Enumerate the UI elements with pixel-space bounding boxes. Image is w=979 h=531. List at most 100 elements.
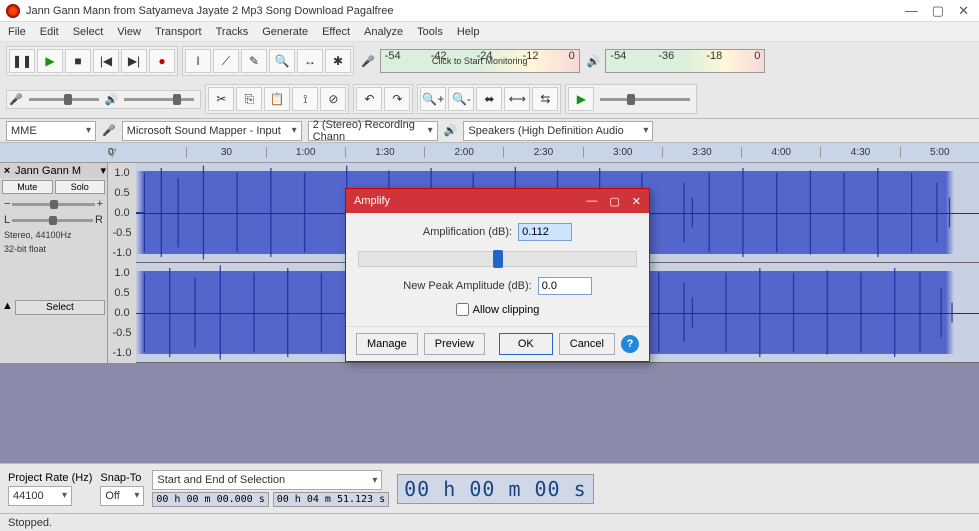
speaker-device-icon: 🔊	[444, 124, 458, 137]
paste-button[interactable]: 📋	[264, 87, 290, 111]
peak-amplitude-label: New Peak Amplitude (dB):	[403, 280, 531, 292]
dialog-minimize-icon[interactable]: —	[586, 195, 597, 208]
redo-button[interactable]: ↷	[384, 87, 410, 111]
selection-tool[interactable]: I	[185, 49, 211, 73]
help-icon[interactable]: ?	[621, 335, 639, 353]
mute-button[interactable]: Mute	[2, 180, 53, 194]
rec-vol-icon: 🎤	[9, 93, 23, 106]
menubar: File Edit Select View Transport Tracks G…	[0, 22, 979, 42]
draw-tool[interactable]: ✎	[241, 49, 267, 73]
trim-button[interactable]: ⟟	[292, 87, 318, 111]
project-rate-label: Project Rate (Hz)	[8, 472, 92, 484]
menu-edit[interactable]: Edit	[40, 26, 59, 38]
rec-vol-slider[interactable]	[29, 98, 99, 101]
cut-button[interactable]: ✂	[208, 87, 234, 111]
dialog-close-icon[interactable]: ✕	[632, 195, 641, 208]
zoom-in-button[interactable]: 🔍+	[420, 87, 446, 111]
play-meter-toolbar: 🔊 -54 -36 -18 0	[584, 49, 766, 73]
ok-button[interactable]: OK	[499, 333, 553, 355]
copy-button[interactable]: ⎘	[236, 87, 262, 111]
maximize-icon[interactable]: ▢	[932, 3, 944, 19]
manage-button[interactable]: Manage	[356, 333, 418, 355]
play-button[interactable]: ▶	[37, 49, 63, 73]
amplification-input[interactable]	[518, 223, 572, 241]
transport-toolbar: ❚❚ ▶ ■ |◀ ▶| ●	[6, 46, 178, 76]
playhead-marker[interactable]: ▽	[108, 146, 116, 159]
collapse-icon[interactable]: ▲	[2, 300, 13, 312]
mic-icon[interactable]: 🎤	[358, 55, 378, 68]
allow-clipping-checkbox[interactable]	[456, 303, 469, 316]
selection-start-time[interactable]: 00 h 00 m 00.000 s	[152, 492, 268, 507]
menu-tracks[interactable]: Tracks	[216, 26, 249, 38]
audacity-icon	[6, 4, 20, 18]
gain-slider[interactable]	[12, 203, 94, 206]
audio-host-dropdown[interactable]: MME	[6, 121, 96, 141]
menu-effect[interactable]: Effect	[322, 26, 350, 38]
menu-help[interactable]: Help	[457, 26, 480, 38]
track-close-button[interactable]: ×	[1, 165, 13, 177]
silence-button[interactable]: ⊘	[320, 87, 346, 111]
skip-end-button[interactable]: ▶|	[121, 49, 147, 73]
snap-to-label: Snap-To	[100, 472, 144, 484]
menu-select[interactable]: Select	[73, 26, 104, 38]
skip-start-button[interactable]: |◀	[93, 49, 119, 73]
window-titlebar: Jann Gann Mann from Satyameva Jayate 2 M…	[0, 0, 979, 22]
play-meter[interactable]: -54 -36 -18 0	[605, 49, 765, 73]
undo-button[interactable]: ↶	[356, 87, 382, 111]
dialog-maximize-icon[interactable]: ▢	[609, 195, 619, 208]
track-name[interactable]: Jann Gann M	[13, 165, 100, 177]
timeline-ruler[interactable]: ▽ 0 30 1:00 1:30 2:00 2:30 3:00 3:30 4:0…	[0, 143, 979, 163]
pause-button[interactable]: ❚❚	[9, 49, 35, 73]
close-icon[interactable]: ✕	[958, 3, 969, 19]
envelope-tool[interactable]: ⟋	[213, 49, 239, 73]
menu-view[interactable]: View	[117, 26, 141, 38]
pan-slider[interactable]	[12, 219, 93, 222]
device-toolbar: MME 🎤 Microsoft Sound Mapper - Input 2 (…	[0, 119, 979, 143]
peak-amplitude-input[interactable]	[538, 277, 592, 295]
record-button[interactable]: ●	[149, 49, 175, 73]
record-meter[interactable]: -54 -42 -24 -12 0 Click to Start Monitor…	[380, 49, 580, 73]
fit-selection-button[interactable]: ⬌	[476, 87, 502, 111]
track-select-button[interactable]: Select	[15, 300, 105, 315]
menu-transport[interactable]: Transport	[155, 26, 202, 38]
amplify-dialog: Amplify — ▢ ✕ Amplification (dB): New Pe…	[345, 188, 650, 362]
menu-analyze[interactable]: Analyze	[364, 26, 403, 38]
speaker-icon[interactable]: 🔊	[584, 55, 604, 68]
menu-tools[interactable]: Tools	[417, 26, 443, 38]
zoom-toggle-button[interactable]: ⇆	[532, 87, 558, 111]
recording-channels-dropdown[interactable]: 2 (Stereo) Recording Chann	[308, 121, 438, 141]
menu-file[interactable]: File	[8, 26, 26, 38]
project-rate-dropdown[interactable]: 44100	[8, 486, 72, 506]
record-meter-toolbar: 🎤 -54 -42 -24 -12 0 Click to Start Monit…	[358, 49, 580, 73]
mic-device-icon: 🎤	[102, 124, 116, 137]
minimize-icon[interactable]: —	[905, 3, 918, 19]
selection-end-time[interactable]: 00 h 04 m 51.123 s	[273, 492, 389, 507]
track-menu-dropdown[interactable]: ▾	[100, 164, 106, 177]
play-at-speed-button[interactable]: ▶	[568, 87, 594, 111]
menu-generate[interactable]: Generate	[262, 26, 308, 38]
recording-device-dropdown[interactable]: Microsoft Sound Mapper - Input	[122, 121, 302, 141]
track-control-panel: × Jann Gann M ▾ Mute Solo −+ LR Stereo, …	[0, 163, 108, 363]
playback-device-dropdown[interactable]: Speakers (High Definition Audio	[463, 121, 653, 141]
dialog-title: Amplify	[354, 195, 586, 207]
selection-mode-dropdown[interactable]: Start and End of Selection	[152, 470, 382, 490]
snap-to-dropdown[interactable]: Off	[100, 486, 144, 506]
zoom-toolbar: 🔍+ 🔍- ⬌ ⟷ ⇆	[417, 84, 561, 114]
play-vol-slider[interactable]	[124, 98, 194, 101]
timeshift-tool[interactable]: ↔	[297, 49, 323, 73]
status-text: Stopped.	[8, 517, 52, 529]
fit-project-button[interactable]: ⟷	[504, 87, 530, 111]
play-vol-icon: 🔊	[105, 93, 119, 106]
multi-tool[interactable]: ✱	[325, 49, 351, 73]
speed-slider[interactable]	[600, 98, 690, 101]
amplification-label: Amplification (dB):	[423, 226, 512, 238]
preview-button[interactable]: Preview	[424, 333, 485, 355]
solo-button[interactable]: Solo	[55, 180, 106, 194]
zoom-tool[interactable]: 🔍	[269, 49, 295, 73]
cancel-button[interactable]: Cancel	[559, 333, 615, 355]
dialog-titlebar[interactable]: Amplify — ▢ ✕	[346, 189, 649, 213]
zoom-out-button[interactable]: 🔍-	[448, 87, 474, 111]
stop-button[interactable]: ■	[65, 49, 91, 73]
audio-position-display[interactable]: 00 h 00 m 00 s	[397, 474, 594, 504]
amplification-slider[interactable]	[358, 251, 637, 267]
